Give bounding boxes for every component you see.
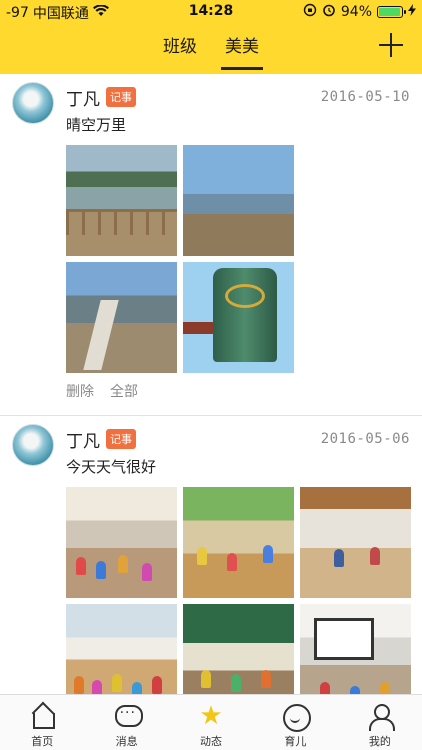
photo-classroom-reading[interactable] [300,487,411,598]
nav-item-home[interactable]: 首页 [0,695,84,750]
view-all-button[interactable]: 全部 [110,381,138,401]
nav-item-moments[interactable]: ★ 动态 [169,695,253,750]
header-tabs: 班级 美美 [0,34,422,70]
post-actions: 删除 全部 [66,381,410,401]
alarm-icon [322,3,336,21]
post-type-badge: 记事 [106,429,136,449]
photo-lake-shore[interactable] [183,145,294,256]
photo-classroom-play[interactable] [183,487,294,598]
photo-grid [66,145,410,373]
author-name[interactable]: 丁凡 [66,427,100,452]
post-text: 今天天气很好 [66,458,157,476]
photo-classroom-blackboard[interactable] [183,604,294,694]
timeline-feed[interactable]: 丁凡 记事 2016-05-10 晴空万里 删除 全部 丁凡 记事 2016-0… [0,74,422,694]
photo-dam-slope[interactable] [66,262,177,373]
delete-button[interactable]: 删除 [66,381,94,401]
photo-classroom-group[interactable] [66,604,177,694]
status-bar: -97 中国联通 14:28 94% [0,0,422,24]
message-icon [114,703,143,729]
star-icon: ★ [199,701,223,731]
avatar[interactable] [12,424,54,466]
charging-icon [408,4,416,20]
plus-icon[interactable] [376,30,406,60]
post-date: 2016-05-10 [320,89,410,105]
battery-icon [377,6,406,18]
tab-class[interactable]: 班级 [159,34,201,70]
post-date: 2016-05-06 [320,431,410,447]
feed-post: 丁凡 记事 2016-05-10 晴空万里 删除 全部 [0,74,422,415]
photo-lakeside-boardwalk[interactable] [66,145,177,256]
nav-label: 动态 [200,735,223,748]
photo-classroom-screen[interactable] [300,604,411,694]
top-header: -97 中国联通 14:28 94% 班级 美美 [0,0,422,74]
nav-label: 消息 [115,735,138,748]
user-icon [367,703,395,731]
battery-percent: 94% [340,4,372,20]
photo-grid [66,487,411,694]
bottom-nav: 首页 消息 ★ 动态 育儿 我的 [0,694,422,750]
nav-label: 我的 [368,735,391,748]
nav-item-parenting[interactable]: 育儿 [253,695,337,750]
nav-item-me[interactable]: 我的 [338,695,422,750]
post-text: 晴空万里 [66,116,127,134]
nav-item-messages[interactable]: 消息 [84,695,168,750]
tab-meimei[interactable]: 美美 [221,34,263,70]
orientation-lock-icon [303,3,317,21]
photo-bronze-bell[interactable] [183,262,294,373]
feed-post: 丁凡 记事 2016-05-06 今天天气很好 [0,415,422,694]
photo-classroom-dance[interactable] [66,487,177,598]
nav-label: 首页 [31,735,54,748]
author-name[interactable]: 丁凡 [66,85,100,110]
nav-label: 育儿 [284,735,307,748]
post-type-badge: 记事 [106,87,136,107]
avatar[interactable] [12,82,54,124]
home-icon [29,703,56,729]
smile-icon [282,703,312,732]
